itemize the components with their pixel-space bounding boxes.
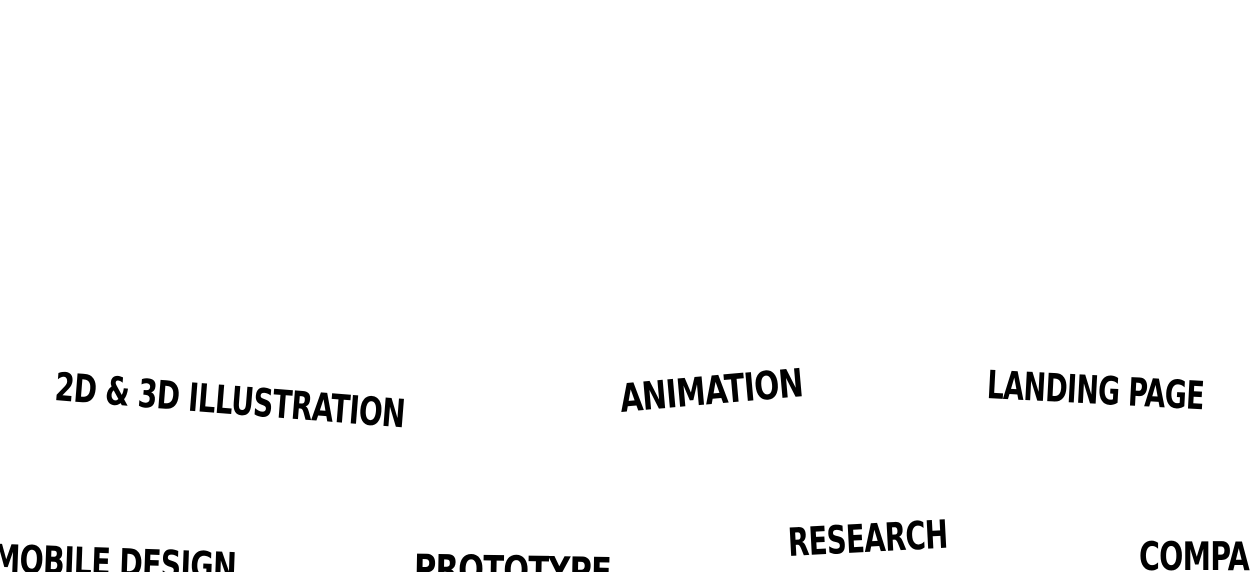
- tag-company: COMPA: [1139, 535, 1250, 572]
- tag-animation: ANIMATION: [618, 361, 805, 422]
- tag-prototype: PROTOTYPE: [413, 547, 612, 572]
- tag-research: RESEARCH: [786, 512, 949, 566]
- tag-2d-3d-illustration: 2D & 3D ILLUSTRATION: [53, 365, 407, 438]
- tag-landing-page: LANDING PAGE: [985, 363, 1205, 420]
- tag-mobile-design: MOBILE DESIGN: [0, 537, 237, 572]
